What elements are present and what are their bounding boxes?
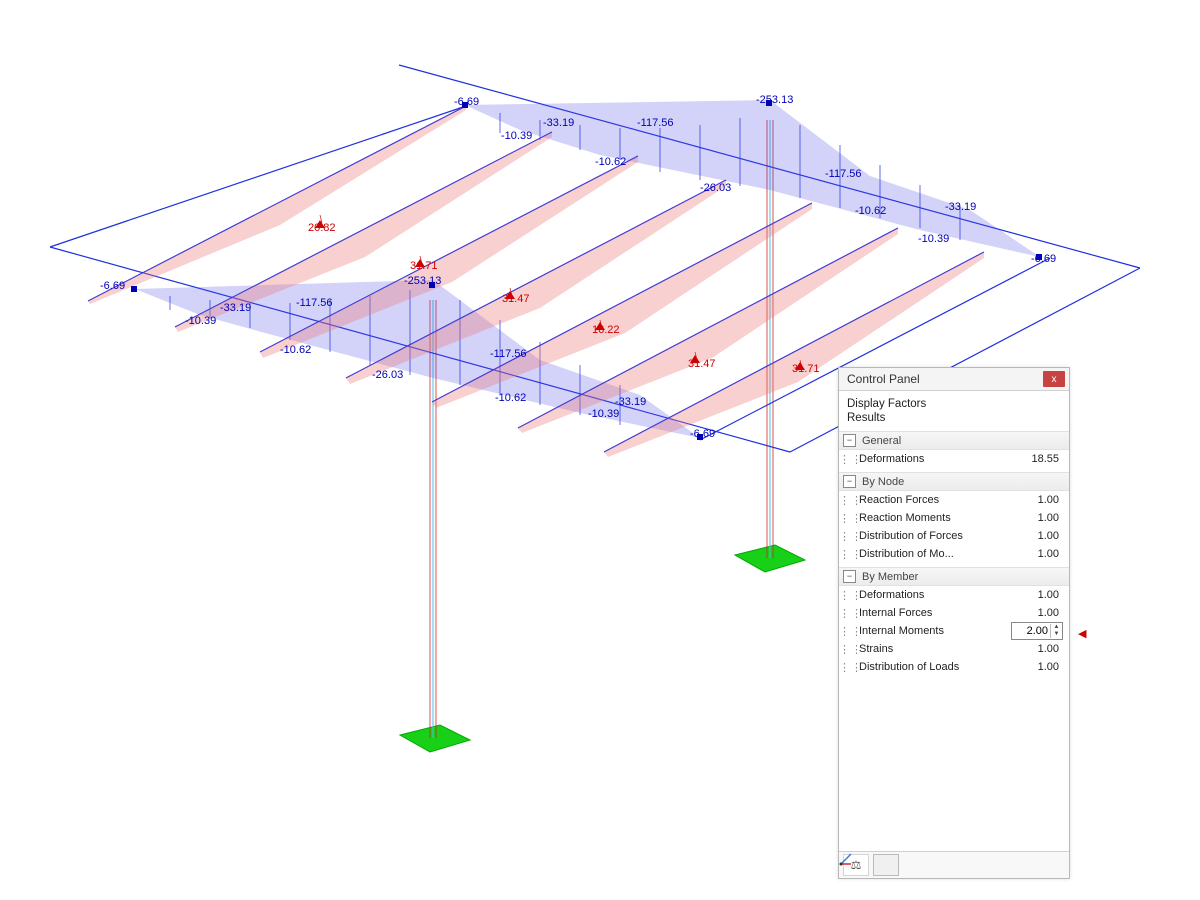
- close-icon[interactable]: x: [1043, 371, 1065, 387]
- factor-row[interactable]: ⋮⋮Reaction Moments1.00: [839, 509, 1069, 527]
- factor-row[interactable]: ⋮⋮Internal Moments▲▼: [839, 622, 1069, 640]
- panel-toolbar: ⚖: [839, 851, 1069, 878]
- factor-row[interactable]: ⋮⋮Distribution of Loads1.00: [839, 658, 1069, 676]
- control-panel[interactable]: Control Panel x Display Factors Results …: [838, 367, 1070, 879]
- row-handle-icon: ⋮⋮: [839, 512, 859, 525]
- collapse-icon[interactable]: −: [843, 475, 856, 488]
- row-handle-icon: ⋮⋮: [839, 453, 859, 466]
- factor-label: Reaction Moments: [859, 512, 1011, 524]
- row-handle-icon: ⋮⋮: [839, 494, 859, 507]
- section-header-bynode[interactable]: −By Node: [839, 472, 1069, 491]
- axes-icon[interactable]: [873, 854, 899, 876]
- panel-subheading: Display Factors Results: [839, 391, 1069, 427]
- panel-body: −General⋮⋮Deformations18.55−By Node⋮⋮Rea…: [839, 427, 1069, 857]
- factor-value: 1.00: [1011, 661, 1069, 673]
- factor-value: 1.00: [1011, 494, 1069, 506]
- row-handle-icon: ⋮⋮: [839, 607, 859, 620]
- factor-label: Internal Forces: [859, 607, 1011, 619]
- factor-label: Distribution of Loads: [859, 661, 1011, 673]
- factor-label: Distribution of Forces: [859, 530, 1011, 542]
- row-handle-icon: ⋮⋮: [839, 661, 859, 674]
- row-handle-icon: ⋮⋮: [839, 625, 859, 638]
- factor-label: Deformations: [859, 589, 1011, 601]
- factor-row[interactable]: ⋮⋮Strains1.00: [839, 640, 1069, 658]
- factor-row[interactable]: ⋮⋮Reaction Forces1.00: [839, 491, 1069, 509]
- row-handle-icon: ⋮⋮: [839, 548, 859, 561]
- factor-row[interactable]: ⋮⋮Internal Forces1.00: [839, 604, 1069, 622]
- collapse-icon[interactable]: −: [843, 434, 856, 447]
- factor-label: Deformations: [859, 453, 1011, 465]
- support-pad: [400, 725, 470, 752]
- factor-input[interactable]: [1012, 625, 1050, 637]
- factor-row[interactable]: ⋮⋮Distribution of Forces1.00: [839, 527, 1069, 545]
- factor-row[interactable]: ⋮⋮Deformations1.00: [839, 586, 1069, 604]
- spin-down-icon[interactable]: ▼: [1051, 631, 1062, 638]
- factor-value: 1.00: [1011, 530, 1069, 542]
- factor-label: Distribution of Mo...: [859, 548, 1011, 560]
- section-header-general[interactable]: −General: [839, 431, 1069, 450]
- factor-value: 18.55: [1011, 453, 1069, 465]
- row-handle-icon: ⋮⋮: [839, 643, 859, 656]
- collapse-icon[interactable]: −: [843, 570, 856, 583]
- factor-label: Reaction Forces: [859, 494, 1011, 506]
- row-handle-icon: ⋮⋮: [839, 589, 859, 602]
- panel-titlebar[interactable]: Control Panel x: [839, 368, 1069, 391]
- factor-label: Internal Moments: [859, 625, 1011, 637]
- spin-up-icon[interactable]: ▲: [1051, 624, 1062, 631]
- factor-value: 1.00: [1011, 643, 1069, 655]
- row-handle-icon: ⋮⋮: [839, 530, 859, 543]
- factor-value: 1.00: [1011, 607, 1069, 619]
- factor-row[interactable]: ⋮⋮Deformations18.55: [839, 450, 1069, 468]
- factor-row[interactable]: ⋮⋮Distribution of Mo...1.00: [839, 545, 1069, 563]
- factor-label: Strains: [859, 643, 1011, 655]
- active-row-indicator: ◀: [1078, 627, 1086, 640]
- factor-spinner[interactable]: ▲▼: [1011, 622, 1063, 640]
- section-header-bymember[interactable]: −By Member: [839, 567, 1069, 586]
- panel-title: Control Panel: [847, 372, 1043, 386]
- factor-value: 1.00: [1011, 548, 1069, 560]
- factor-value: 1.00: [1011, 589, 1069, 601]
- factor-value: 1.00: [1011, 512, 1069, 524]
